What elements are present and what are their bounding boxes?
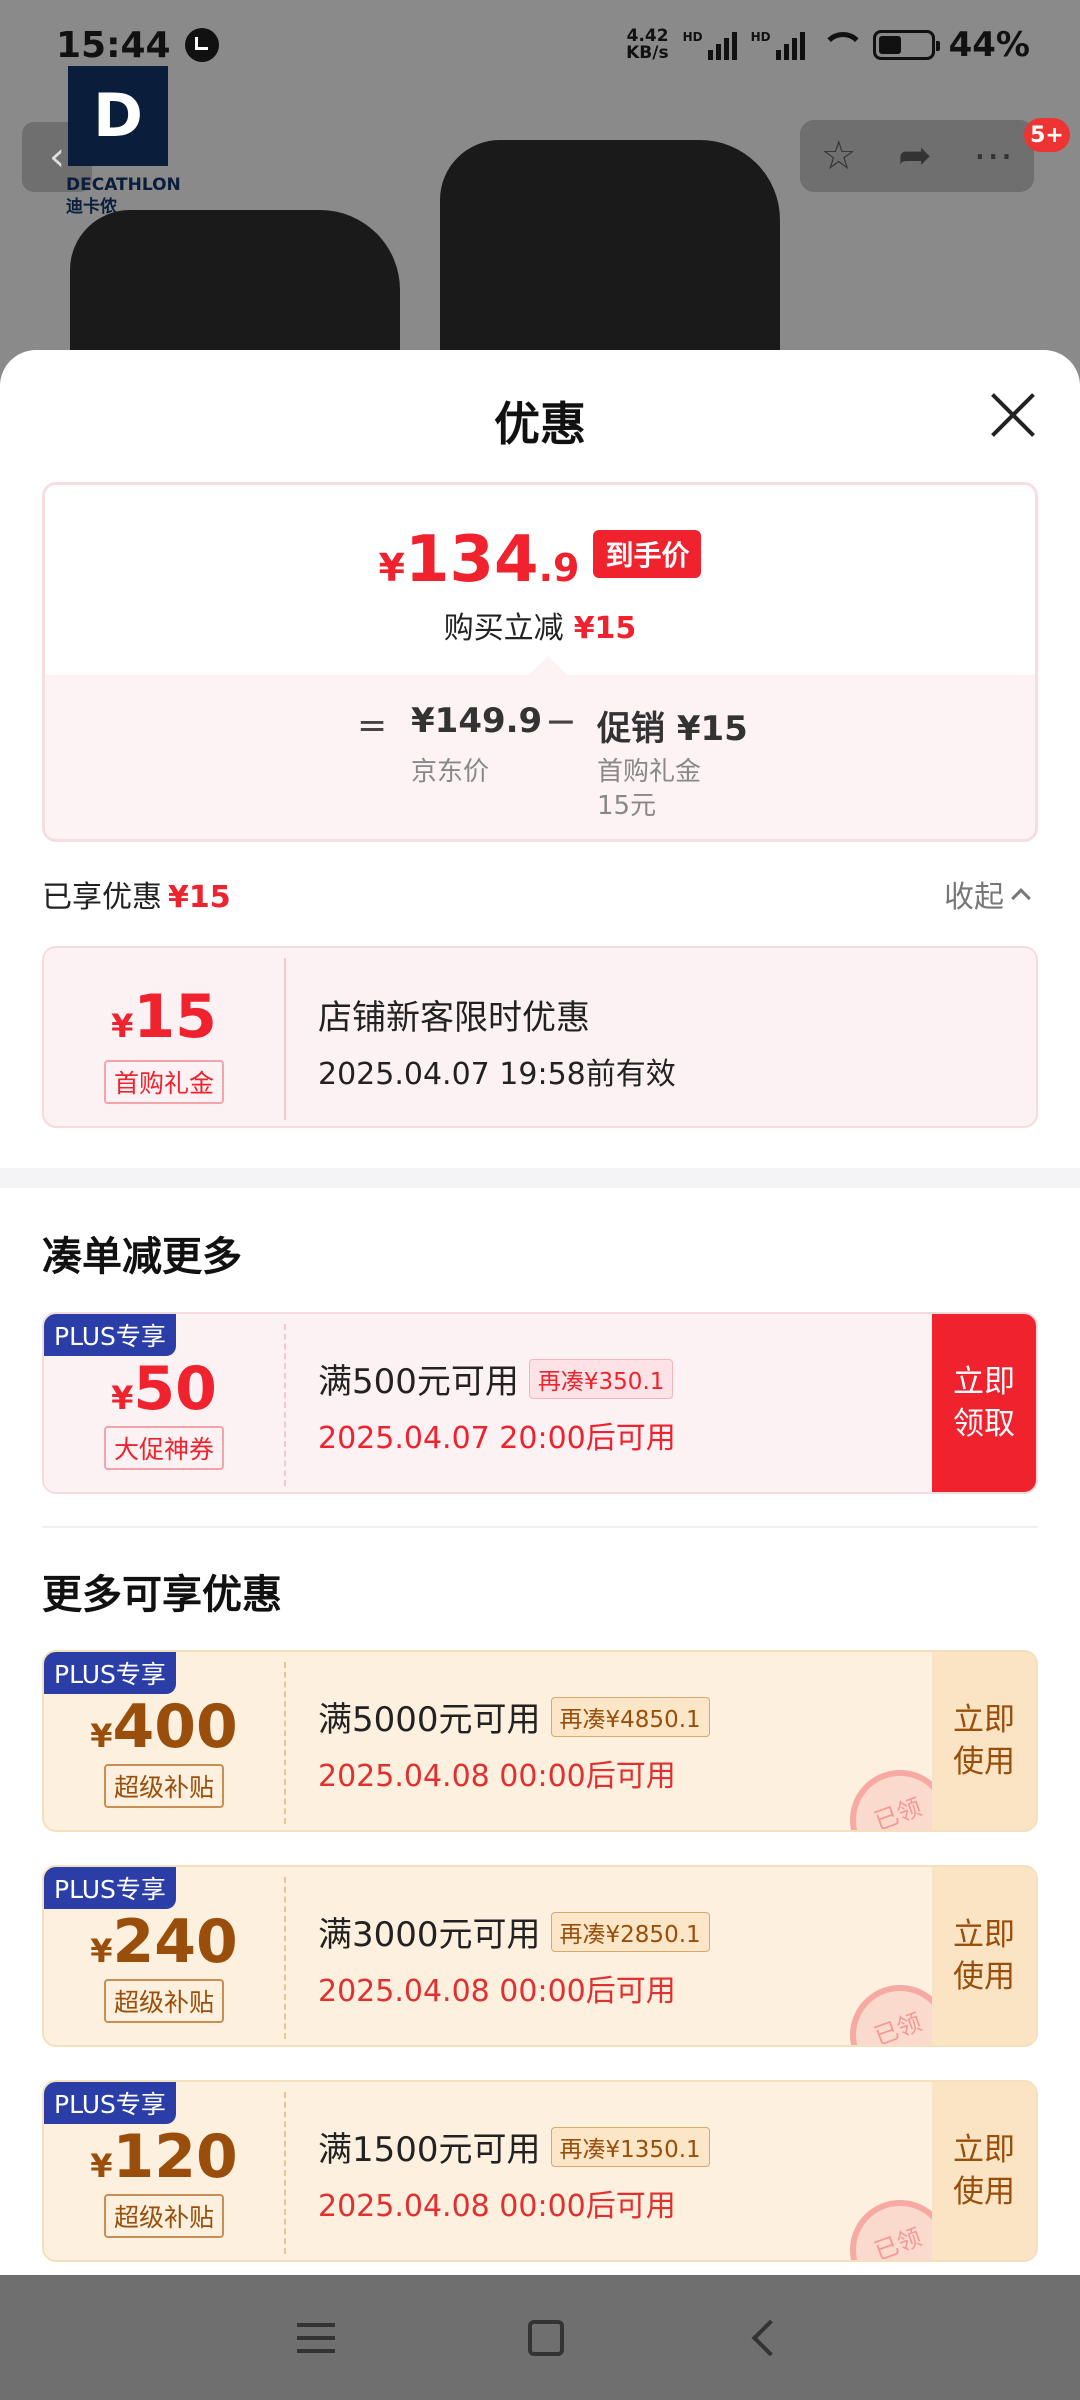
jd-price-label: 京东价 bbox=[411, 757, 490, 787]
coupon-amount: ¥15 bbox=[111, 982, 217, 1052]
signal-strength-icon-2: HD bbox=[751, 30, 805, 60]
more-icon[interactable]: ⋯ bbox=[973, 133, 1013, 179]
coupon-validity: 2025.04.08 00:00后可用 bbox=[318, 1974, 676, 2009]
coupon-title: 店铺新客限时优惠 bbox=[318, 998, 590, 1038]
use-coupon-button[interactable]: 立即使用 bbox=[932, 1867, 1036, 2045]
close-icon[interactable] bbox=[990, 392, 1036, 438]
coupon-amount: ¥120 bbox=[90, 2122, 238, 2192]
use-coupon-button[interactable]: 立即使用 bbox=[932, 1652, 1036, 1830]
final-price: ¥ 134 .9 到手价 bbox=[45, 523, 1035, 597]
jd-price: ¥149.9 bbox=[411, 701, 543, 741]
coupon-more-2: PLUS专享 ¥240 超级补贴 满3000元可用 再凑¥2850.1 2025… bbox=[42, 1865, 1038, 2047]
coupon-condition: 满1500元可用 再凑¥1350.1 bbox=[318, 2122, 710, 2171]
coupon-type: 超级补贴 bbox=[103, 2194, 225, 2238]
remaining-amount-tag: 再凑¥4850.1 bbox=[550, 1696, 710, 1737]
enjoyed-coupon: ¥15 首购礼金 店铺新客限时优惠 2025.04.07 19:58前有效 bbox=[42, 946, 1038, 1128]
enjoyed-discount: 已享优惠 ¥15 bbox=[42, 880, 231, 915]
coupon-more-3: PLUS专享 ¥120 超级补贴 满1500元可用 再凑¥1350.1 2025… bbox=[42, 2080, 1038, 2262]
coupon-amount: ¥400 bbox=[90, 1692, 238, 1762]
share-icon[interactable]: ➦ bbox=[898, 133, 932, 179]
home-icon[interactable] bbox=[527, 2319, 564, 2356]
sheet-title: 优惠 bbox=[494, 397, 586, 451]
coupon-combine: PLUS专享 ¥50 大促神券 满500元可用 再凑¥350.1 2025.04… bbox=[42, 1312, 1038, 1494]
section-title-combine: 凑单减更多 bbox=[42, 1234, 242, 1280]
battery-icon bbox=[872, 30, 940, 60]
coupon-amount: ¥240 bbox=[90, 1907, 238, 1977]
coupon-type: 超级补贴 bbox=[103, 1979, 225, 2023]
coupon-type: 大促神券 bbox=[103, 1426, 225, 1470]
coupon-type: 超级补贴 bbox=[103, 1764, 225, 1808]
remaining-amount-tag: 再凑¥1350.1 bbox=[550, 2126, 710, 2167]
favorite-star-icon[interactable]: ☆ bbox=[821, 133, 857, 179]
discount-sheet: 优惠 ¥ 134 .9 到手价 购买立减 ¥15 = ¥149.9 京东价 − 促… bbox=[0, 350, 1080, 2275]
claim-coupon-button[interactable]: 立即领取 bbox=[932, 1314, 1036, 1492]
use-coupon-button[interactable]: 立即使用 bbox=[932, 2082, 1036, 2260]
collapse-button[interactable]: 收起 bbox=[944, 872, 1031, 916]
remaining-amount-tag: 再凑¥350.1 bbox=[528, 1358, 674, 1399]
coupon-condition: 满3000元可用 再凑¥2850.1 bbox=[318, 1907, 710, 1956]
remaining-amount-tag: 再凑¥2850.1 bbox=[550, 1911, 710, 1952]
chevron-up-icon bbox=[1011, 888, 1031, 908]
coupon-more-1: PLUS专享 ¥400 超级补贴 满5000元可用 再凑¥4850.1 2025… bbox=[42, 1650, 1038, 1832]
coupon-validity: 2025.04.07 19:58前有效 bbox=[318, 1057, 676, 1092]
coupon-amount: ¥50 bbox=[111, 1354, 217, 1424]
coupon-condition: 满5000元可用 再凑¥4850.1 bbox=[318, 1692, 710, 1741]
coupon-validity: 2025.04.07 20:00后可用 bbox=[318, 1421, 676, 1456]
menu-icon[interactable] bbox=[296, 2322, 335, 2353]
system-navigation-bar bbox=[0, 2275, 1080, 2400]
alarm-clock-icon bbox=[184, 28, 219, 62]
notification-badge: 5+ bbox=[1024, 118, 1070, 152]
watermark: 京东福利分享 bbox=[431, 1129, 648, 1170]
promo-detail: 首购礼金 bbox=[597, 757, 702, 787]
section-title-more: 更多可享优惠 bbox=[42, 1572, 282, 1618]
network-speed: 4.42 KB/s bbox=[626, 26, 669, 63]
coupon-condition: 满500元可用 再凑¥350.1 bbox=[318, 1354, 676, 1403]
promo-detail-amount: 15元 bbox=[597, 791, 657, 821]
promo-amount: 促销 ¥15 bbox=[597, 709, 748, 749]
status-time: 15:44 bbox=[56, 24, 171, 66]
final-price-tag: 到手价 bbox=[593, 530, 702, 578]
battery-percent: 44% bbox=[948, 25, 1030, 65]
coupon-type: 首购礼金 bbox=[103, 1060, 225, 1104]
wifi-icon bbox=[819, 30, 865, 60]
status-bar: 15:44 4.42 KB/s HD HD 44% bbox=[0, 0, 1080, 90]
brand-logo-text: DECATHLON 迪卡侬 bbox=[66, 175, 181, 217]
coupon-validity: 2025.04.08 00:00后可用 bbox=[318, 1759, 676, 1794]
back-icon[interactable] bbox=[751, 2319, 789, 2356]
coupon-validity: 2025.04.08 00:00后可用 bbox=[318, 2189, 676, 2224]
instant-discount: 购买立减 ¥15 bbox=[443, 611, 637, 646]
signal-strength-icon: HD bbox=[683, 30, 737, 60]
price-breakdown-card: ¥ 134 .9 到手价 购买立减 ¥15 = ¥149.9 京东价 − 促销 ¥… bbox=[42, 482, 1038, 842]
top-action-bar: ☆ ➦ ⋯ bbox=[800, 120, 1034, 192]
